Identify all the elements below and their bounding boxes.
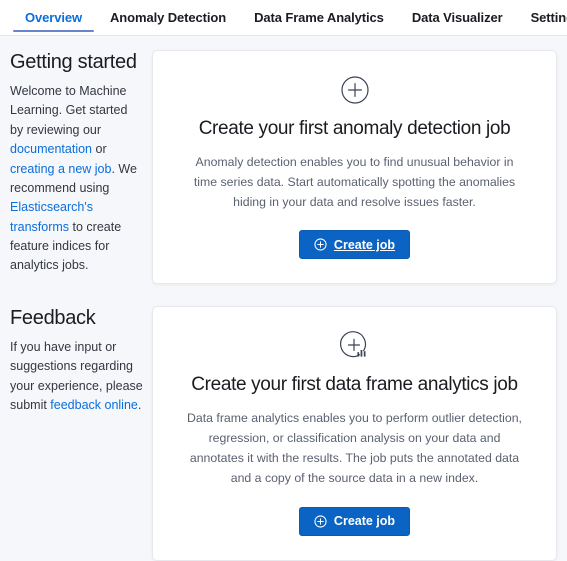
create-anomaly-detection-job-button-label: Create job (333, 237, 396, 252)
tab-data-frame-analytics-label: Data Frame Analytics (254, 10, 384, 25)
create-data-frame-analytics-job-button[interactable]: Create job (298, 506, 411, 536)
feedback-title: Feedback (10, 306, 96, 329)
creating-a-new-job-link[interactable]: creating a new job (10, 162, 111, 176)
documentation-link[interactable]: documentation (10, 142, 92, 156)
getting-started-title: Getting started (10, 51, 137, 73)
getting-started-text-part-1: Welcome to Machine Learning. Get started… (10, 84, 128, 137)
getting-started-text-part-2: or (92, 142, 107, 157)
tab-overview-label: Overview (25, 10, 83, 25)
data-frame-analytics-card-description: Data frame analytics enables you to perf… (187, 411, 522, 485)
tab-settings-label: Settings (530, 10, 567, 25)
tab-anomaly-detection[interactable]: Anomaly Detection (96, 0, 240, 35)
tab-data-frame-analytics[interactable]: Data Frame Analytics (240, 0, 398, 35)
create-anomaly-detection-job-button[interactable]: Create job (298, 230, 411, 260)
tab-overview[interactable]: Overview (11, 0, 96, 35)
anomaly-detection-card-title: Create your first anomaly detection job (198, 118, 511, 139)
cards-column: Create your first anomaly detection job … (152, 50, 557, 561)
plus-in-circle-icon (314, 238, 327, 252)
tab-data-visualizer-label: Data Visualizer (411, 10, 503, 25)
tab-settings[interactable]: Settings (517, 0, 567, 35)
sidebar: Getting started Welcome to Machine Learn… (10, 50, 152, 526)
plus-circle-icon (179, 73, 530, 107)
page-body: Getting started Welcome to Machine Learn… (0, 36, 567, 561)
data-frame-analytics-card-title: Create your first data frame analytics j… (191, 374, 518, 396)
feedback-text-part-2: . (137, 397, 142, 412)
tab-bar: Overview Anomaly Detection Data Frame An… (0, 0, 567, 36)
getting-started-text: Welcome to Machine Learning. Get started… (10, 82, 144, 276)
plus-circle-bars-icon (179, 329, 530, 363)
anomaly-detection-card: Create your first anomaly detection job … (152, 50, 557, 285)
tab-data-visualizer[interactable]: Data Visualizer (398, 0, 517, 35)
tab-anomaly-detection-label: Anomaly Detection (110, 10, 227, 25)
feedback-online-link[interactable]: feedback online (50, 398, 138, 412)
feedback-text: If you have input or suggestions regardi… (10, 338, 144, 416)
anomaly-detection-card-description: Anomaly detection enables you to find un… (193, 154, 516, 209)
data-frame-analytics-card: Create your first data frame analytics j… (152, 306, 557, 561)
